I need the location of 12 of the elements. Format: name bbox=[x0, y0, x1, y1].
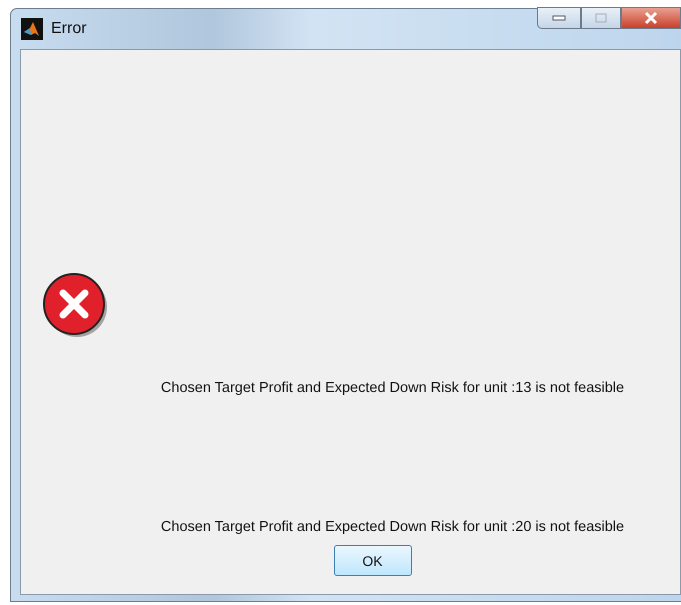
close-button[interactable] bbox=[621, 7, 681, 29]
close-icon bbox=[643, 11, 659, 25]
app-logo-icon bbox=[21, 18, 43, 40]
ok-button[interactable]: OK bbox=[334, 545, 412, 576]
error-icon bbox=[42, 272, 110, 340]
minimize-button[interactable] bbox=[537, 7, 581, 29]
minimize-icon bbox=[552, 15, 566, 21]
error-message: Chosen Target Profit and Expected Down Risk for unit :13 is not feasible bbox=[160, 380, 624, 396]
window-title: Error bbox=[51, 20, 87, 38]
error-message: Chosen Target Profit and Expected Down Risk for unit :20 is not feasible bbox=[160, 519, 624, 535]
maximize-button[interactable] bbox=[581, 7, 621, 29]
maximize-icon bbox=[595, 13, 607, 23]
